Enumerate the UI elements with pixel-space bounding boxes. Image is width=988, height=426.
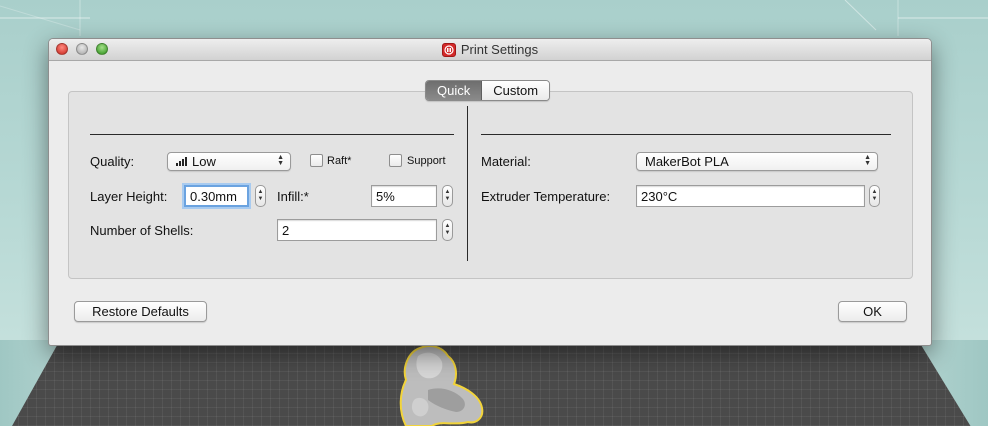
tab-bar: Quick Custom — [425, 80, 551, 101]
infill-stepper[interactable]: ▲ ▼ — [442, 185, 453, 207]
support-label: Support — [407, 155, 446, 167]
infill-input[interactable] — [371, 185, 437, 207]
tab-quick[interactable]: Quick — [426, 81, 483, 100]
quality-popup[interactable]: Low ▲ ▼ — [167, 152, 291, 171]
close-window-button[interactable] — [56, 43, 68, 55]
material-popup[interactable]: MakerBot PLA ▲ ▼ — [636, 152, 878, 171]
window-controls — [56, 43, 108, 55]
window-title: Print Settings — [460, 42, 539, 57]
build-plate — [0, 340, 988, 426]
layer-height-stepper[interactable]: ▲ ▼ — [255, 185, 266, 207]
tab-custom[interactable]: Custom — [482, 81, 550, 100]
zoom-window-button[interactable] — [96, 43, 108, 55]
material-value: MakerBot PLA — [645, 154, 729, 169]
right-section-divider — [481, 134, 891, 135]
minimize-window-button[interactable] — [76, 43, 88, 55]
popup-arrows-icon: ▲ ▼ — [277, 154, 284, 167]
ok-button[interactable]: OK — [838, 301, 907, 322]
extruder-temperature-label: Extruder Temperature: — [481, 189, 611, 204]
support-checkbox[interactable] — [389, 154, 402, 167]
raft-checkbox[interactable] — [310, 154, 323, 167]
infill-label: Infill:* — [277, 189, 309, 204]
left-section-divider — [90, 134, 454, 135]
quality-value: Low — [192, 154, 216, 169]
raft-label: Raft* — [327, 155, 352, 167]
shells-stepper[interactable]: ▲ ▼ — [442, 219, 453, 241]
shells-label: Number of Shells: — [90, 223, 194, 238]
model-figurine[interactable] — [384, 340, 488, 426]
extruder-temperature-stepper[interactable]: ▲ ▼ — [869, 185, 880, 207]
quality-label: Quality: — [90, 154, 135, 169]
layer-height-input[interactable] — [184, 185, 249, 207]
makerbot-app-icon — [441, 42, 456, 57]
column-divider — [467, 106, 468, 261]
restore-defaults-button[interactable]: Restore Defaults — [74, 301, 207, 322]
quick-settings-panel: Quality: Low ▲ ▼ Raft* Support Layer Heig… — [68, 91, 913, 279]
layer-height-label: Layer Height: — [90, 189, 168, 204]
signal-bars-icon — [176, 157, 187, 166]
material-label: Material: — [481, 154, 531, 169]
extruder-temperature-input[interactable] — [636, 185, 865, 207]
shells-input[interactable] — [277, 219, 437, 241]
print-settings-dialog: Print Settings Quick Custom Quality: Low… — [48, 38, 932, 346]
popup-arrows-icon: ▲ ▼ — [864, 154, 871, 167]
title-group: Print Settings — [441, 42, 539, 57]
title-bar[interactable]: Print Settings — [49, 39, 931, 61]
